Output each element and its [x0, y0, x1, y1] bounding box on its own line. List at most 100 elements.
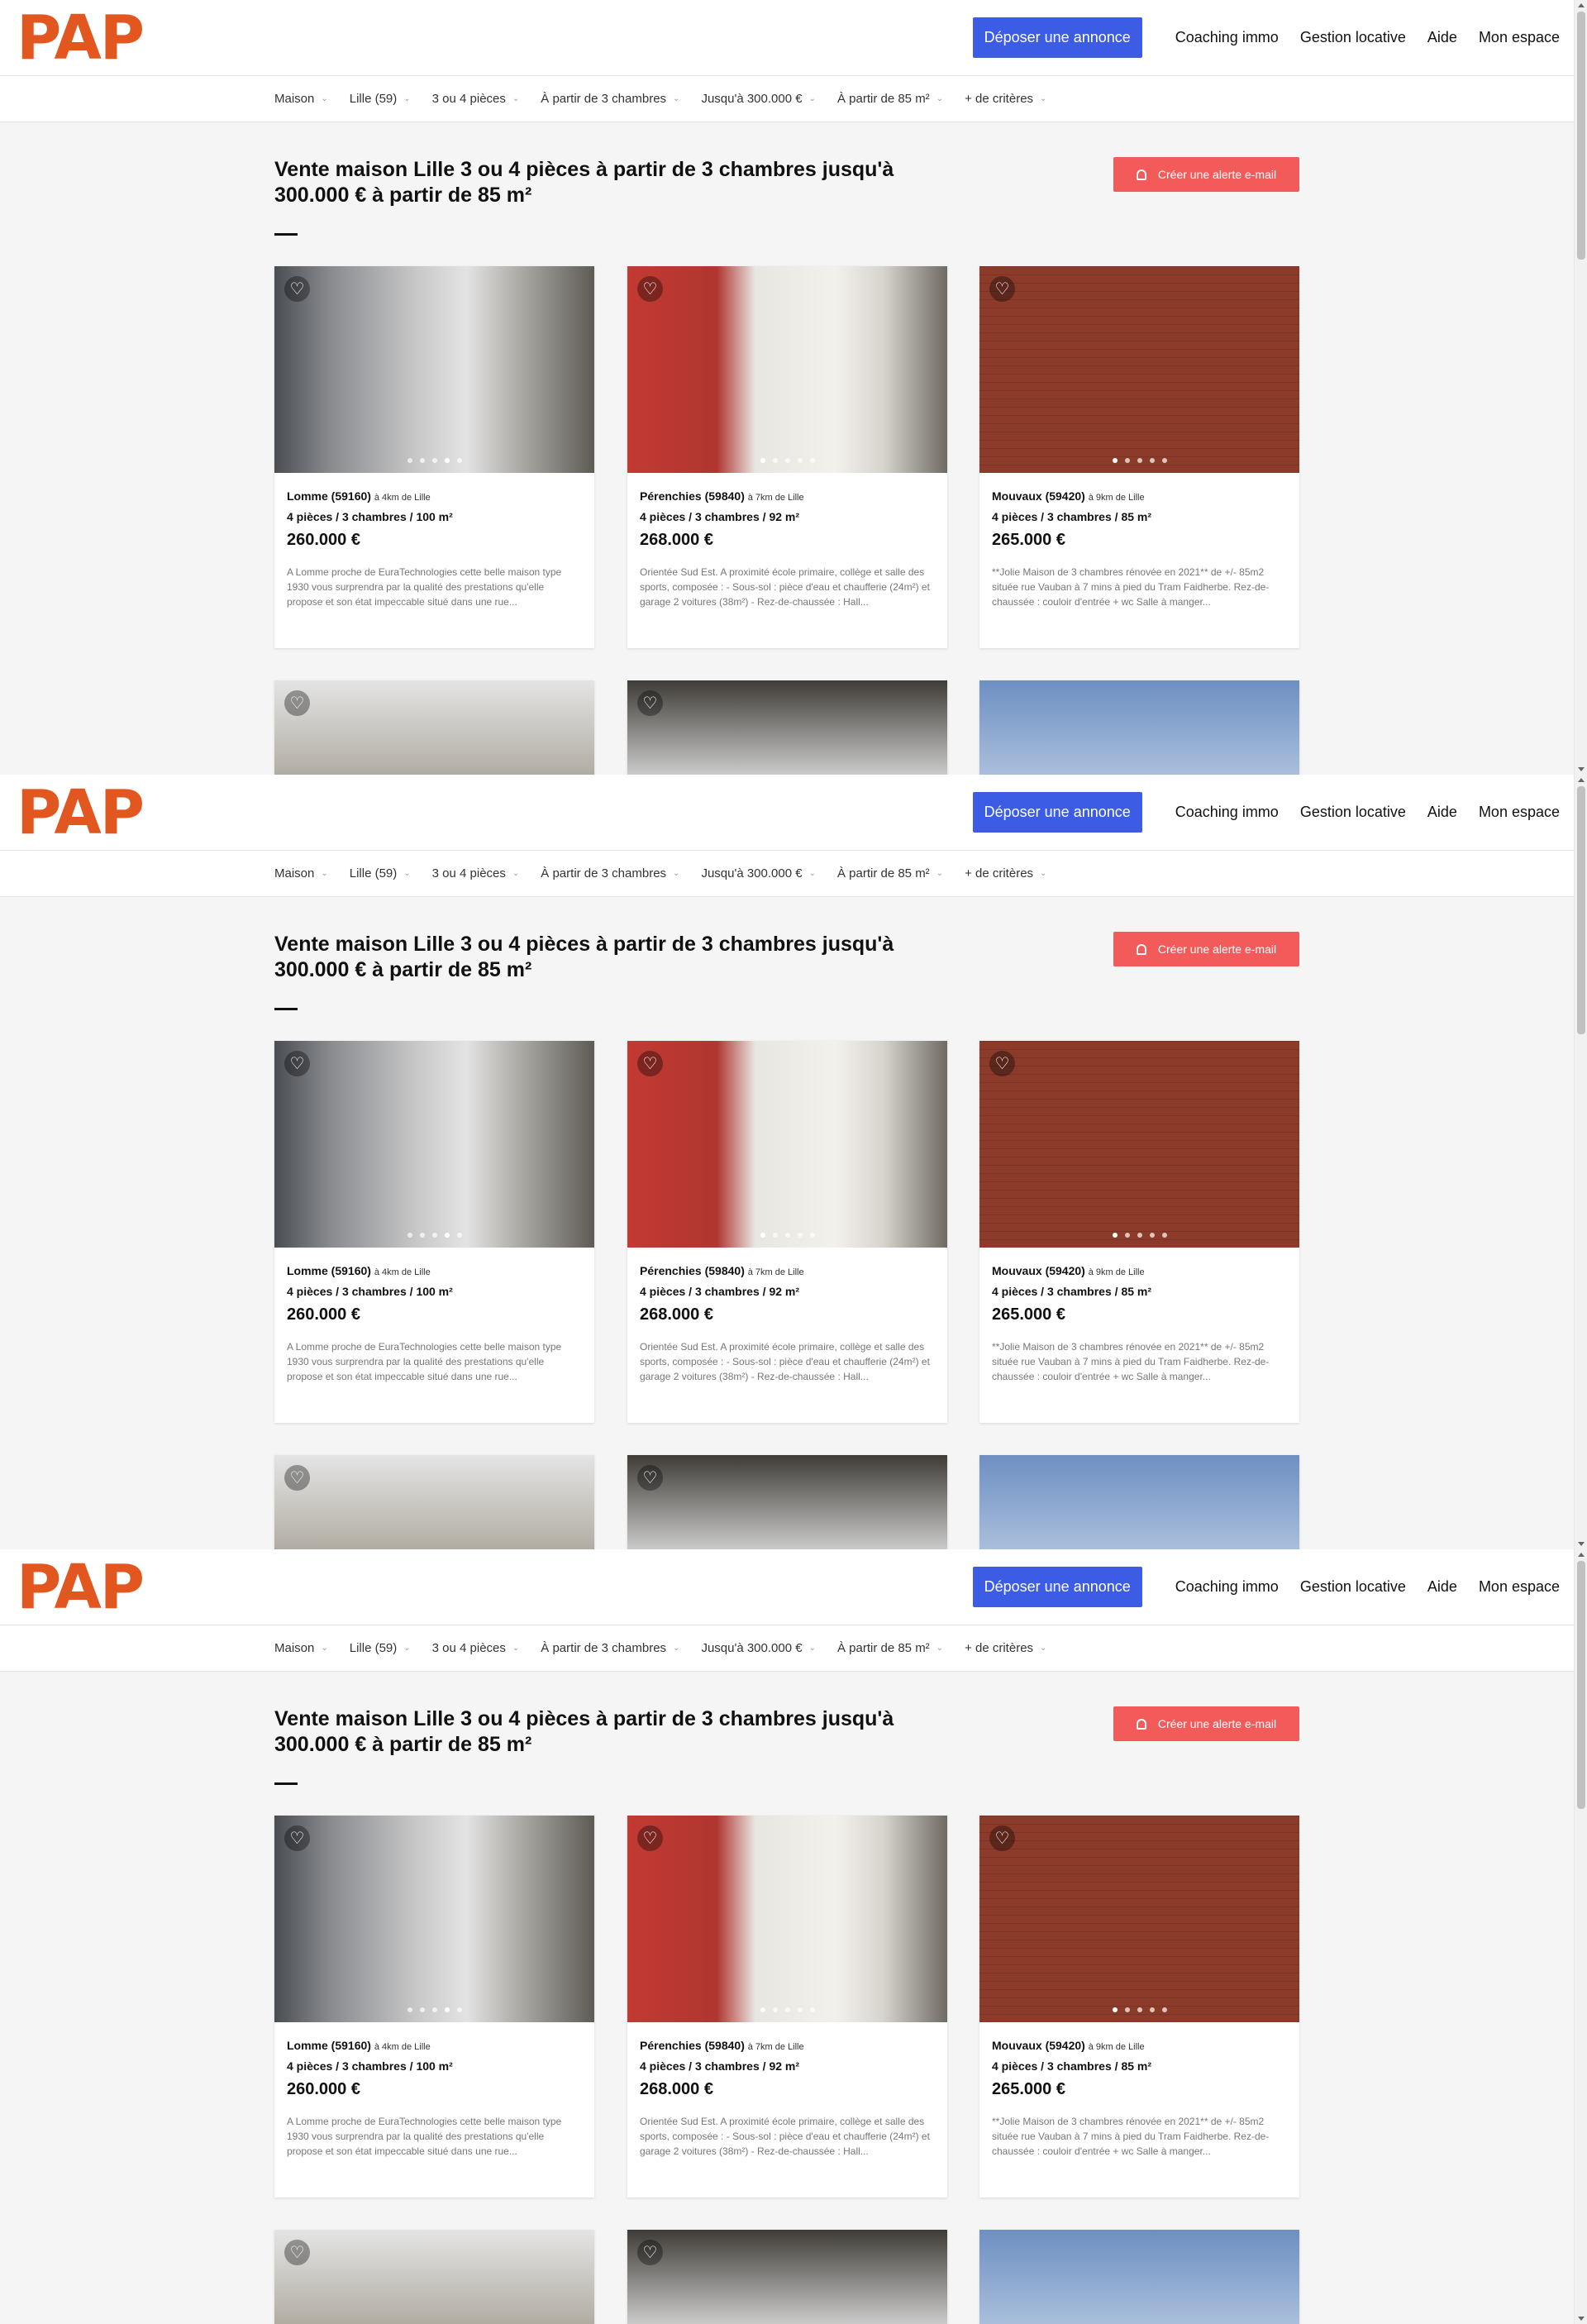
scroll-down-icon[interactable] [1578, 2317, 1585, 2321]
listing-card[interactable]: ♡ Pérenchies (59840) à 7km de Lille 4 pi… [627, 1816, 947, 2198]
listing-photo[interactable]: ♡ [627, 2230, 947, 2324]
scroll-down-icon[interactable] [1578, 1542, 1585, 1546]
scroll-down-icon[interactable] [1578, 767, 1585, 771]
listing-photo[interactable]: ♡ [627, 266, 947, 473]
scrollbar-thumb[interactable] [1577, 12, 1585, 260]
listing-card[interactable] [979, 1455, 1299, 1549]
scrollbar-thumb[interactable] [1577, 1561, 1585, 1809]
listing-card[interactable]: ♡ Pérenchies (59840) à 7km de Lille 4 pi… [627, 1041, 947, 1423]
heart-icon[interactable]: ♡ [989, 1051, 1015, 1076]
listing-card[interactable]: ♡ [627, 2230, 947, 2324]
listing-card[interactable]: ♡ Lomme (59160) à 4km de Lille 4 pièces … [274, 1816, 594, 2198]
listing-card[interactable]: ♡ [274, 2230, 594, 2324]
filter-min-area[interactable]: À partir de 85 m² ⌄ [837, 92, 943, 106]
listing-card[interactable]: ♡ [274, 680, 594, 775]
nav-gestion-locative[interactable]: Gestion locative [1300, 29, 1406, 46]
heart-icon[interactable]: ♡ [989, 1825, 1015, 1851]
pap-logo[interactable]: PAP [17, 7, 145, 69]
scrollbar[interactable] [1574, 0, 1587, 775]
create-email-alert-button[interactable]: Créer une alerte e-mail [1113, 157, 1299, 192]
listing-photo[interactable]: ♡ [274, 1455, 594, 1549]
filter-min-area[interactable]: À partir de 85 m² ⌄ [837, 866, 943, 880]
scrollbar-thumb[interactable] [1577, 786, 1585, 1034]
heart-icon[interactable]: ♡ [284, 690, 310, 716]
filter-min-area[interactable]: À partir de 85 m² ⌄ [837, 1641, 943, 1655]
filter-bedrooms[interactable]: À partir de 3 chambres ⌄ [541, 1641, 679, 1655]
listing-photo[interactable]: ♡ [627, 1041, 947, 1248]
filter-location[interactable]: Lille (59) ⌄ [350, 92, 411, 106]
listing-card[interactable]: ♡ Mouvaux (59420) à 9km de Lille 4 pièce… [979, 1041, 1299, 1423]
listing-photo[interactable]: ♡ [979, 1041, 1299, 1248]
listing-photo[interactable]: ♡ [274, 1041, 594, 1248]
listing-photo[interactable]: ♡ [274, 1816, 594, 2022]
heart-icon[interactable]: ♡ [284, 1051, 310, 1076]
post-ad-button[interactable]: Déposer une annonce [972, 792, 1142, 833]
filter-more-criteria[interactable]: + de critères ⌄ [965, 1641, 1046, 1655]
filter-max-price[interactable]: Jusqu'à 300.000 € ⌄ [701, 92, 816, 106]
scrollbar[interactable] [1574, 1549, 1587, 2324]
listing-photo[interactable]: ♡ [627, 680, 947, 775]
listing-photo[interactable] [979, 2230, 1299, 2324]
filter-max-price[interactable]: Jusqu'à 300.000 € ⌄ [701, 866, 816, 880]
heart-icon[interactable]: ♡ [989, 276, 1015, 302]
listing-card[interactable]: ♡ Lomme (59160) à 4km de Lille 4 pièces … [274, 1041, 594, 1423]
post-ad-button[interactable]: Déposer une annonce [972, 1567, 1142, 1607]
nav-mon-espace[interactable]: Mon espace [1479, 804, 1560, 821]
heart-icon[interactable]: ♡ [637, 1051, 663, 1076]
listing-card[interactable] [979, 2230, 1299, 2324]
listing-photo[interactable]: ♡ [627, 1455, 947, 1549]
listing-card[interactable] [979, 680, 1299, 775]
listing-photo[interactable] [979, 1455, 1299, 1549]
filter-property-type[interactable]: Maison ⌄ [274, 92, 328, 106]
filter-rooms[interactable]: 3 ou 4 pièces ⌄ [432, 92, 520, 106]
nav-gestion-locative[interactable]: Gestion locative [1300, 804, 1406, 821]
listing-card[interactable]: ♡ Mouvaux (59420) à 9km de Lille 4 pièce… [979, 1816, 1299, 2198]
listing-card[interactable]: ♡ [627, 1455, 947, 1549]
heart-icon[interactable]: ♡ [284, 1825, 310, 1851]
listing-card[interactable]: ♡ [274, 1455, 594, 1549]
filter-property-type[interactable]: Maison ⌄ [274, 866, 328, 880]
pap-logo[interactable]: PAP [17, 1557, 145, 1618]
nav-gestion-locative[interactable]: Gestion locative [1300, 1578, 1406, 1596]
filter-more-criteria[interactable]: + de critères ⌄ [965, 866, 1046, 880]
create-email-alert-button[interactable]: Créer une alerte e-mail [1113, 1706, 1299, 1741]
create-email-alert-button[interactable]: Créer une alerte e-mail [1113, 932, 1299, 966]
nav-mon-espace[interactable]: Mon espace [1479, 29, 1560, 46]
heart-icon[interactable]: ♡ [637, 690, 663, 716]
nav-coaching-immo[interactable]: Coaching immo [1175, 804, 1279, 821]
scrollbar[interactable] [1574, 775, 1587, 1549]
listing-photo[interactable]: ♡ [274, 680, 594, 775]
listing-photo[interactable]: ♡ [274, 266, 594, 473]
post-ad-button[interactable]: Déposer une annonce [972, 17, 1142, 58]
heart-icon[interactable]: ♡ [284, 1465, 310, 1491]
filter-bedrooms[interactable]: À partir de 3 chambres ⌄ [541, 92, 679, 106]
nav-coaching-immo[interactable]: Coaching immo [1175, 29, 1279, 46]
nav-aide[interactable]: Aide [1427, 1578, 1457, 1596]
heart-icon[interactable]: ♡ [637, 1465, 663, 1491]
nav-aide[interactable]: Aide [1427, 804, 1457, 821]
filter-max-price[interactable]: Jusqu'à 300.000 € ⌄ [701, 1641, 816, 1655]
scroll-up-icon[interactable] [1578, 3, 1585, 7]
filter-location[interactable]: Lille (59) ⌄ [350, 1641, 411, 1655]
listing-photo[interactable]: ♡ [979, 266, 1299, 473]
heart-icon[interactable]: ♡ [637, 1825, 663, 1851]
filter-rooms[interactable]: 3 ou 4 pièces ⌄ [432, 1641, 520, 1655]
nav-coaching-immo[interactable]: Coaching immo [1175, 1578, 1279, 1596]
pap-logo[interactable]: PAP [17, 782, 145, 843]
heart-icon[interactable]: ♡ [284, 2240, 310, 2265]
listing-card[interactable]: ♡ Pérenchies (59840) à 7km de Lille 4 pi… [627, 266, 947, 648]
heart-icon[interactable]: ♡ [637, 276, 663, 302]
listing-photo[interactable]: ♡ [979, 1816, 1299, 2022]
listing-photo[interactable] [979, 680, 1299, 775]
listing-card[interactable]: ♡ Mouvaux (59420) à 9km de Lille 4 pièce… [979, 266, 1299, 648]
nav-aide[interactable]: Aide [1427, 29, 1457, 46]
filter-rooms[interactable]: 3 ou 4 pièces ⌄ [432, 866, 520, 880]
heart-icon[interactable]: ♡ [637, 2240, 663, 2265]
nav-mon-espace[interactable]: Mon espace [1479, 1578, 1560, 1596]
listing-card[interactable]: ♡ Lomme (59160) à 4km de Lille 4 pièces … [274, 266, 594, 648]
listing-card[interactable]: ♡ [627, 680, 947, 775]
filter-bedrooms[interactable]: À partir de 3 chambres ⌄ [541, 866, 679, 880]
filter-property-type[interactable]: Maison ⌄ [274, 1641, 328, 1655]
scroll-up-icon[interactable] [1578, 778, 1585, 782]
filter-location[interactable]: Lille (59) ⌄ [350, 866, 411, 880]
